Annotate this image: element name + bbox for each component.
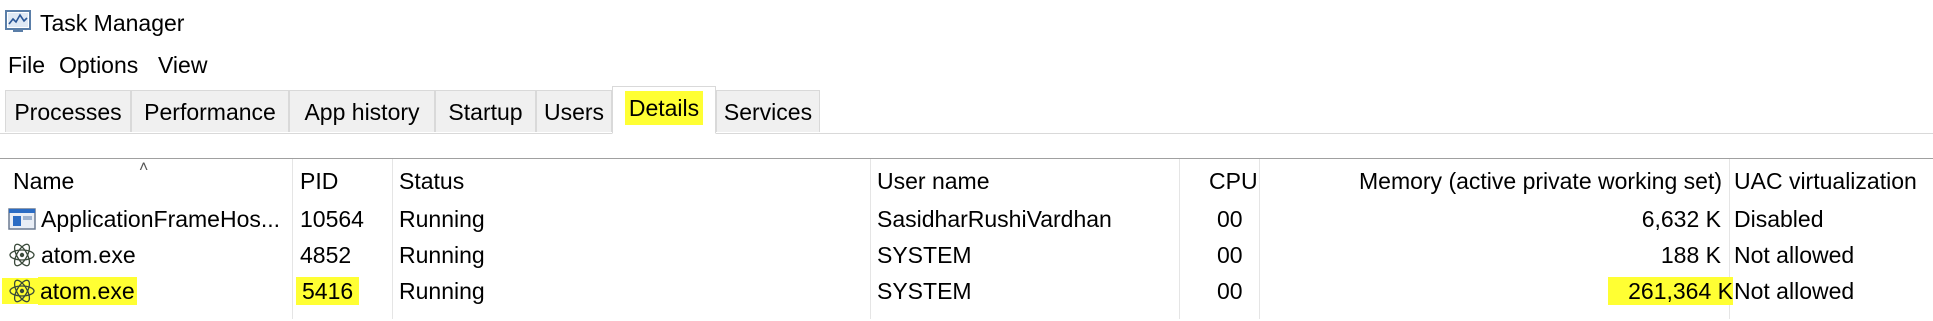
column-header-memory[interactable]: Memory (active private working set): [1266, 168, 1722, 194]
process-name: atom.exe: [38, 277, 137, 305]
table-row[interactable]: ApplicationFrameHos... 10564 Running Sas…: [0, 201, 1933, 237]
process-status: Running: [399, 206, 485, 232]
process-user: SasidharRushiVardhan: [877, 206, 1112, 232]
task-manager-icon: [5, 9, 31, 33]
menu-bar: File Options View: [0, 50, 1933, 80]
tab-label: Details: [624, 91, 704, 125]
column-header-status[interactable]: Status: [399, 168, 464, 194]
process-cpu: 00: [1217, 278, 1243, 304]
tab-details[interactable]: Details: [612, 86, 716, 134]
tab-label: App history: [304, 99, 420, 125]
column-header-name[interactable]: Name: [13, 168, 74, 194]
atom-icon: [2, 278, 38, 304]
tab-strip: Processes Performance App history Startu…: [0, 86, 1933, 134]
column-header-cpu[interactable]: CPU: [1209, 168, 1258, 194]
process-memory: 261,364 K: [1608, 277, 1733, 305]
tab-processes[interactable]: Processes: [5, 90, 131, 132]
tab-divider: [0, 133, 1933, 134]
atom-icon: [8, 242, 36, 268]
process-pid: 10564: [300, 206, 364, 232]
menu-view[interactable]: View: [158, 52, 207, 78]
menu-file[interactable]: File: [8, 52, 45, 78]
tab-label: Performance: [144, 99, 276, 125]
tab-performance[interactable]: Performance: [131, 90, 289, 132]
tab-label: Startup: [448, 99, 523, 125]
process-user: SYSTEM: [877, 278, 972, 304]
column-header-user-name[interactable]: User name: [877, 168, 989, 194]
process-cpu: 00: [1217, 242, 1243, 268]
tab-label: Users: [543, 99, 605, 125]
column-header-pid[interactable]: PID: [300, 168, 338, 194]
tab-startup[interactable]: Startup: [435, 90, 536, 132]
process-status: Running: [399, 278, 485, 304]
tab-label: Services: [723, 99, 813, 125]
column-header-uac[interactable]: UAC virtualization: [1734, 168, 1917, 194]
process-status: Running: [399, 242, 485, 268]
table-row[interactable]: atom.exe 5416 Running SYSTEM 00 261,364 …: [0, 273, 1933, 309]
table-header: ˄ Name PID Status User name CPU Memory (…: [0, 159, 1933, 199]
tab-services[interactable]: Services: [716, 90, 820, 132]
tab-app-history[interactable]: App history: [289, 90, 435, 132]
tab-users[interactable]: Users: [536, 90, 612, 132]
window-title: Task Manager: [40, 10, 185, 36]
app-frame-icon: [8, 206, 36, 232]
process-uac: Disabled: [1734, 206, 1824, 232]
process-pid: 4852: [300, 242, 352, 268]
process-memory: 188 K: [1660, 242, 1721, 268]
tab-label: Processes: [14, 99, 122, 125]
process-name: ApplicationFrameHos...: [41, 206, 281, 232]
process-pid: 5416: [296, 277, 360, 305]
process-cpu: 00: [1217, 206, 1243, 232]
process-uac: Not allowed: [1734, 278, 1855, 304]
process-name: atom.exe: [41, 242, 136, 268]
process-user: SYSTEM: [877, 242, 972, 268]
process-uac: Not allowed: [1734, 242, 1855, 268]
menu-options[interactable]: Options: [59, 52, 138, 78]
process-memory: 6,632 K: [1641, 206, 1721, 232]
sort-ascending-icon: ˄: [139, 159, 149, 176]
title-bar: Task Manager: [0, 0, 1933, 46]
table-row[interactable]: atom.exe 4852 Running SYSTEM 00 188 K No…: [0, 237, 1933, 273]
